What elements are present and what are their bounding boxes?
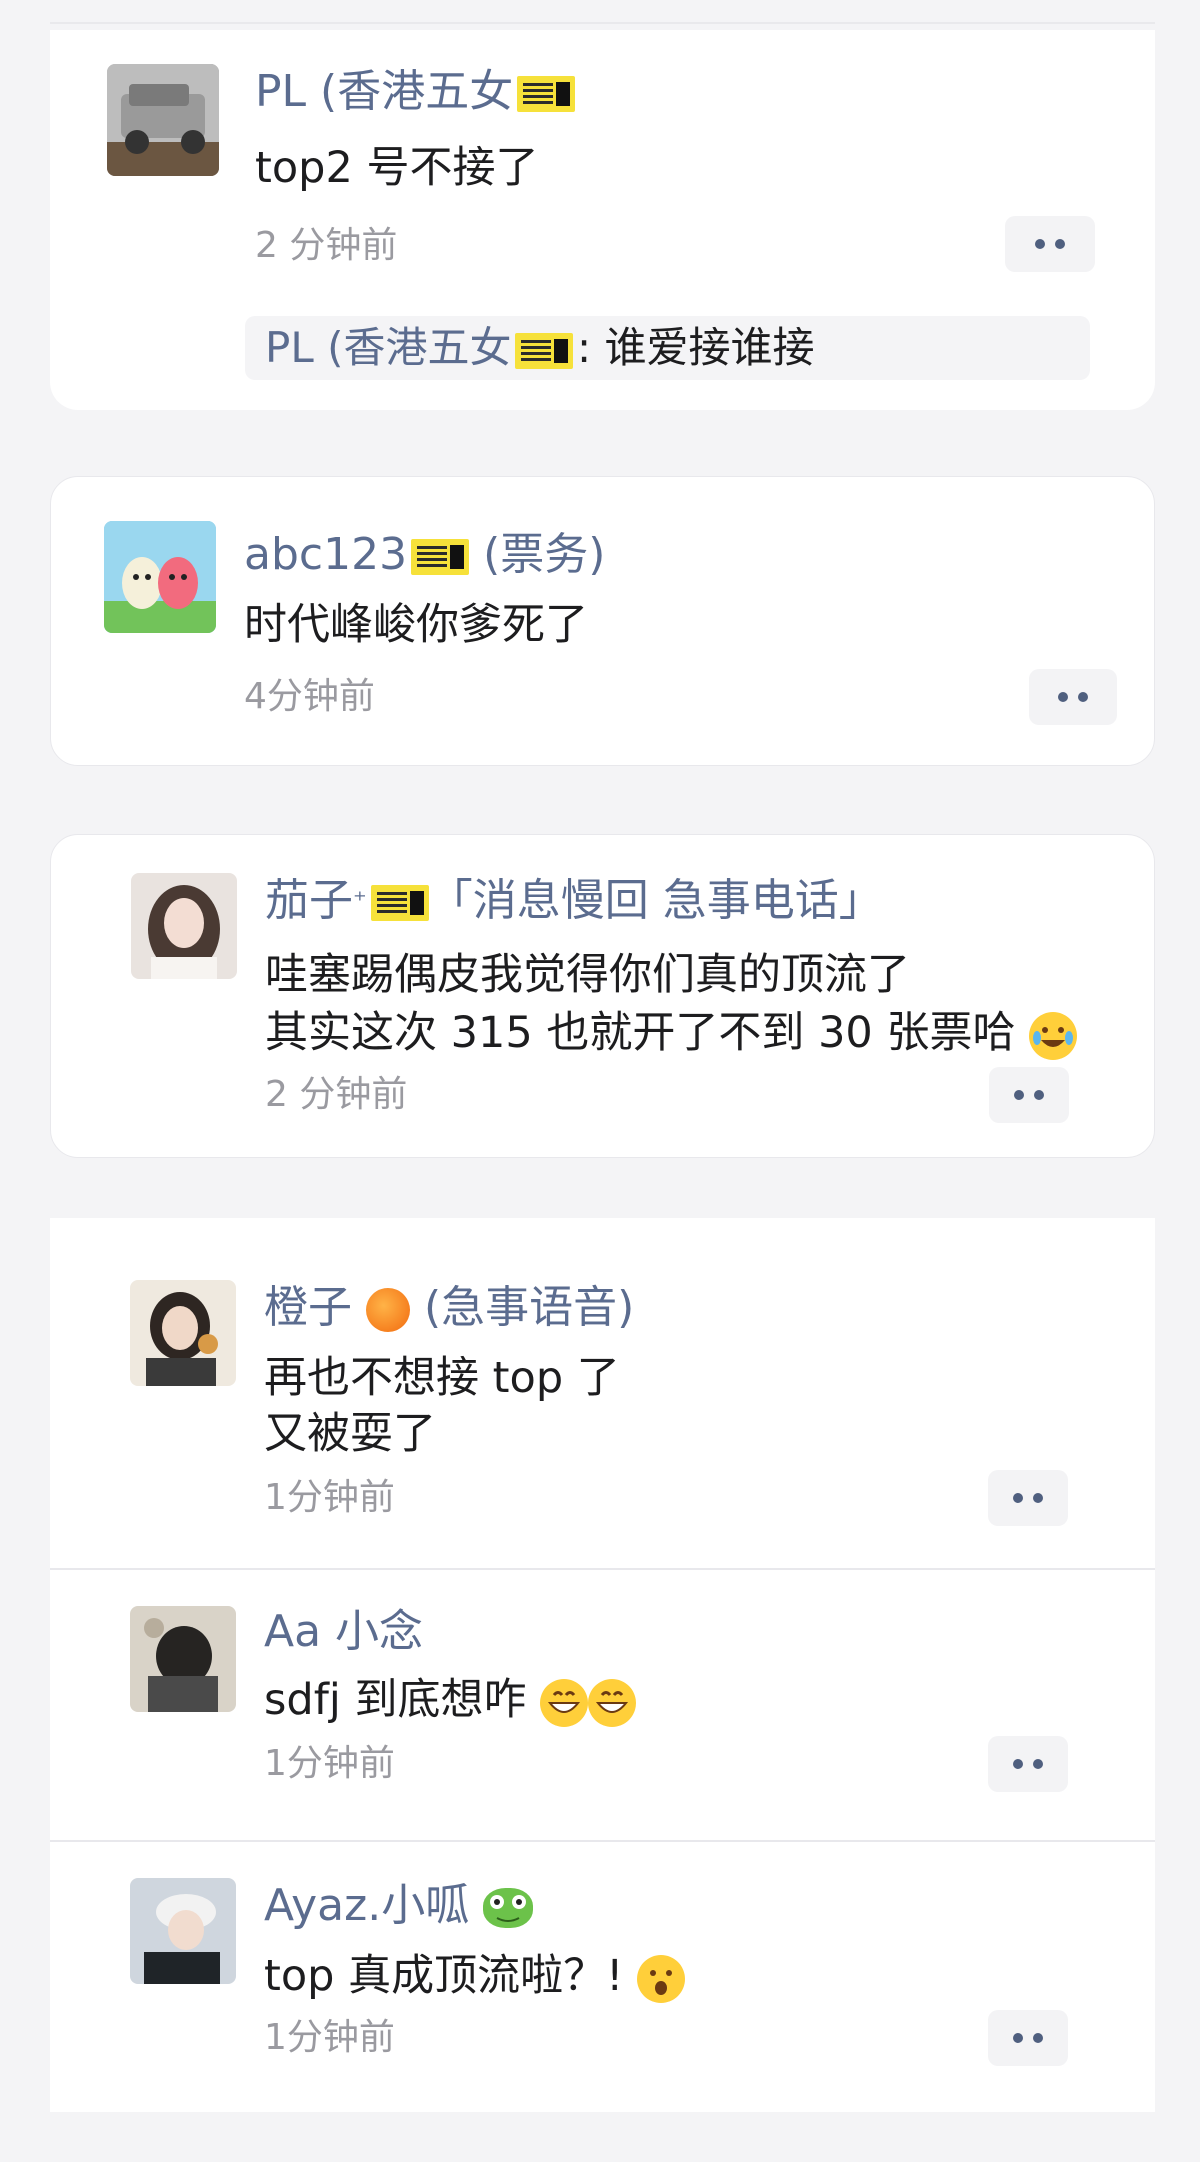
more-button[interactable]: [1029, 669, 1117, 725]
hushed-emoji: [637, 1954, 686, 2003]
username[interactable]: Aa 小念: [264, 1604, 423, 1660]
girl-photo-icon: [130, 1606, 236, 1712]
frog-emoji: [483, 1888, 534, 1928]
more-dots-icon: [1014, 1090, 1024, 1100]
more-button[interactable]: [989, 1067, 1069, 1123]
avatar[interactable]: [107, 64, 219, 176]
cartoon-avatar-icon: [104, 521, 216, 633]
comment-text-line: 又被耍了: [264, 1409, 436, 1459]
more-dots-icon: [1035, 239, 1045, 249]
concert-ticket-icon: [515, 332, 574, 369]
timestamp: 1分钟前: [264, 2017, 395, 2058]
username[interactable]: PL (香港五女: [255, 64, 576, 120]
concert-ticket-icon: [411, 539, 470, 575]
car-photo-icon: [107, 64, 219, 176]
more-button[interactable]: [1005, 216, 1095, 272]
concert-ticket-icon: [370, 885, 429, 921]
comment-text-line: 其实这次 315 也就开了不到 30 张票哈: [265, 1003, 1078, 1063]
avatar[interactable]: [130, 1606, 236, 1712]
comment-text-line: 哇塞踢偶皮我觉得你们真的顶流了: [265, 950, 910, 1000]
reply-preview[interactable]: PL (香港五女 : 谁爱接谁接: [245, 316, 1090, 380]
grinning-emoji: [540, 1678, 589, 1727]
comment-card: 橙子 (急事语音) 再也不想接 top 了 又被耍了 1分钟前: [50, 1218, 1155, 1568]
username[interactable]: 茄子⁺ 「消息慢回 急事电话」: [265, 873, 883, 929]
girl-photo-icon: [130, 1280, 236, 1386]
username[interactable]: Ayaz.小呱: [264, 1878, 534, 1934]
more-button[interactable]: [988, 2010, 1068, 2066]
comment-text: top 真成顶流啦？!: [264, 1946, 686, 2006]
more-dots-icon: [1013, 1759, 1023, 1769]
avatar[interactable]: [130, 1878, 236, 1984]
more-button[interactable]: [988, 1470, 1068, 1526]
grinning-emoji: [588, 1678, 637, 1727]
comment-text: sdfj 到底想咋: [264, 1670, 637, 1730]
timestamp: 1分钟前: [264, 1743, 395, 1784]
avatar[interactable]: [131, 873, 237, 979]
comment-card: 茄子⁺ 「消息慢回 急事电话」 哇塞踢偶皮我觉得你们真的顶流了 其实这次 315 …: [50, 834, 1155, 1158]
reply-username[interactable]: PL (香港五女: [265, 320, 574, 376]
concert-ticket-icon: [517, 76, 576, 112]
username[interactable]: 橙子 (急事语音): [264, 1280, 634, 1336]
comment-card: Aa 小念 sdfj 到底想咋 1分钟前: [50, 1570, 1155, 1840]
timestamp: 1分钟前: [264, 1477, 395, 1518]
timestamp: 2 分钟前: [265, 1074, 408, 1115]
rolling-laughing-emoji: [1029, 1011, 1078, 1060]
timestamp: 4分钟前: [244, 676, 375, 717]
comment-card: abc123 (票务) 时代峰峻你爹死了 4分钟前: [50, 476, 1155, 766]
girl-photo-icon: [130, 1878, 236, 1984]
comment-text: top2 号不接了: [255, 143, 539, 193]
comment-text-line: 再也不想接 top 了: [264, 1353, 620, 1403]
avatar[interactable]: [104, 521, 216, 633]
more-dots-icon: [1058, 692, 1068, 702]
comment-card: PL (香港五女 top2 号不接了 2 分钟前 PL (香港五女 : 谁爱接谁…: [50, 30, 1155, 410]
comment-card: Ayaz.小呱 top 真成顶流啦？! 1分钟前: [50, 1842, 1155, 2112]
username[interactable]: abc123 (票务): [244, 527, 605, 583]
reply-text: : 谁爱接谁接: [577, 323, 815, 372]
timestamp: 2 分钟前: [255, 225, 398, 266]
avatar[interactable]: [130, 1280, 236, 1386]
comment-text: 时代峰峻你爹死了: [244, 600, 588, 650]
girl-photo-icon: [131, 873, 237, 979]
more-dots-icon: [1013, 1493, 1023, 1503]
tangerine-emoji: [366, 1288, 410, 1332]
more-button[interactable]: [988, 1736, 1068, 1792]
more-dots-icon: [1013, 2033, 1023, 2043]
top-divider: [50, 22, 1155, 24]
